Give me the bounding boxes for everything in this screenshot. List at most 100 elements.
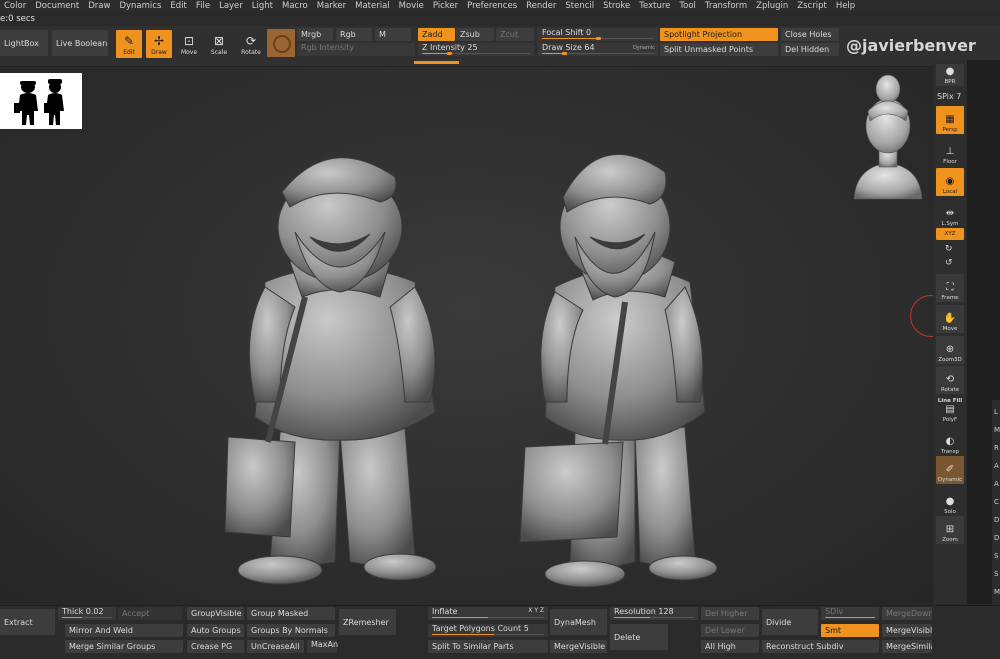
all-high-button[interactable]: All High [701, 640, 759, 653]
move-button[interactable]: ⊡ Move [176, 30, 202, 58]
edge-panel-item[interactable]: M [994, 588, 1000, 596]
floor-button[interactable]: ⊥ Floor [936, 138, 964, 166]
rotate-button[interactable]: ⟳ Rotate [238, 30, 264, 58]
merge-similar-groups-button[interactable]: Merge Similar Groups [65, 640, 183, 653]
menu-item-help[interactable]: Help [832, 1, 860, 11]
smt-button[interactable]: Smt [821, 624, 879, 637]
menu-item-material[interactable]: Material [351, 1, 395, 11]
merge-visible-subtool-button[interactable]: MergeVisible [882, 624, 932, 637]
m-button[interactable]: M [375, 28, 411, 41]
rgb-button[interactable]: Rgb [336, 28, 372, 41]
menu-item-texture[interactable]: Texture [635, 1, 675, 11]
split-unmasked-points-button[interactable]: Split Unmasked Points [660, 43, 778, 56]
z-intensity-slider[interactable]: Z Intensity 25 [418, 43, 534, 56]
menu-item-preferences[interactable]: Preferences [463, 1, 522, 11]
bpr-button[interactable]: ● BPR [936, 64, 964, 86]
crease-pg-button[interactable]: Crease PG [187, 640, 244, 653]
delete-button[interactable]: Delete [610, 624, 668, 650]
mirror-and-weld-button[interactable]: Mirror And Weld [65, 624, 183, 637]
3d-viewport[interactable] [0, 67, 933, 604]
dynamesh-button[interactable]: DynaMesh [550, 609, 607, 635]
frame-button[interactable]: ⛶ Frame [936, 274, 964, 302]
menu-item-dynamics[interactable]: Dynamics [115, 1, 166, 11]
xyz-toggle[interactable]: X Y Z [528, 607, 544, 614]
menu-item-document[interactable]: Document [31, 1, 84, 11]
xyz-button[interactable]: XYZ [936, 228, 964, 240]
zcut-button[interactable]: Zcut [496, 28, 534, 41]
focal-shift-slider[interactable]: Focal Shift 0 [538, 28, 658, 41]
local-button[interactable]: ◉ Local [936, 168, 964, 196]
split-similar-parts-button[interactable]: Split To Similar Parts [428, 640, 548, 653]
edge-panel-item[interactable]: A [994, 480, 999, 488]
lsym-button[interactable]: ⇹ L.Sym [936, 200, 964, 228]
menu-item-stencil[interactable]: Stencil [561, 1, 599, 11]
edge-panel-item[interactable]: D [994, 534, 999, 542]
group-masked-button[interactable]: Group Masked [247, 607, 335, 620]
zsub-button[interactable]: Zsub [456, 28, 494, 41]
reconstruct-subdiv-button[interactable]: Reconstruct Subdiv [762, 640, 879, 653]
groups-by-normals-button[interactable]: Groups By Normals [247, 624, 335, 637]
material-swatch[interactable] [267, 29, 295, 57]
menu-item-marker[interactable]: Marker [313, 1, 351, 11]
menu-item-movie[interactable]: Movie [395, 1, 429, 11]
edit-button[interactable]: ✎ Edit [116, 30, 142, 58]
resolution-slider[interactable]: Resolution 128 [610, 607, 698, 620]
rotate-axis-icon[interactable]: ↻ [945, 244, 953, 254]
rotate-axis-alt-icon[interactable]: ↺ [945, 258, 953, 268]
menu-item-zplugin[interactable]: Zplugin [752, 1, 793, 11]
spix-readout[interactable]: SPix 7 [937, 92, 961, 101]
zoom3d-button[interactable]: ⊕ Zoom3D [936, 336, 964, 364]
lightbox-button[interactable]: LightBox [0, 30, 48, 56]
zoom-button[interactable]: ⊞ Zoom [936, 516, 964, 544]
merge-down-button[interactable]: MergeDown [882, 607, 932, 620]
dynamic-toggle[interactable]: Dynamic [633, 45, 655, 51]
menu-item-stroke[interactable]: Stroke [599, 1, 635, 11]
transp-button[interactable]: ◐ Transp [936, 428, 964, 456]
del-hidden-button[interactable]: Del Hidden [781, 43, 839, 56]
menu-item-macro[interactable]: Macro [278, 1, 313, 11]
edge-panel-item[interactable]: C [994, 498, 999, 506]
persp-button[interactable]: ▦ Persp [936, 106, 964, 134]
sdiv-slider[interactable]: SDiv [821, 607, 879, 620]
menu-item-layer[interactable]: Layer [215, 1, 248, 11]
ghost-button[interactable]: ✐ Dynamic [936, 456, 964, 484]
edge-panel-item[interactable]: R [994, 444, 999, 452]
zadd-button[interactable]: Zadd [418, 28, 455, 41]
max-angle-slider[interactable]: MaxAn [307, 640, 338, 653]
menu-item-render[interactable]: Render [522, 1, 561, 11]
draw-button[interactable]: ✢ Draw [146, 30, 172, 58]
rgb-intensity-slider[interactable]: Rgb Intensity [297, 43, 415, 56]
scale-button[interactable]: ⊠ Scale [206, 30, 232, 58]
uncrease-all-button[interactable]: UnCreaseAll [247, 640, 304, 653]
accept-button[interactable]: Accept [118, 607, 182, 620]
target-polygons-slider[interactable]: Target Polygons Count 5 [428, 624, 548, 637]
menu-item-edit[interactable]: Edit [166, 1, 191, 11]
edge-panel-item[interactable]: L [994, 408, 998, 416]
merge-similar-button[interactable]: MergeSimilar [882, 640, 932, 653]
edge-panel-item[interactable]: A [994, 462, 999, 470]
solo-button[interactable]: ● Solo [936, 488, 964, 516]
auto-groups-button[interactable]: Auto Groups [187, 624, 244, 637]
menu-item-zscript[interactable]: Zscript [793, 1, 832, 11]
move-view-button[interactable]: ✋ Move [936, 305, 964, 333]
menu-item-transform[interactable]: Transform [701, 1, 752, 11]
rotate-view-button[interactable]: ⟲ Rotate [936, 366, 964, 394]
close-holes-button[interactable]: Close Holes [781, 28, 839, 41]
extract-button[interactable]: Extract [0, 609, 55, 635]
menu-item-picker[interactable]: Picker [429, 1, 463, 11]
thick-slider[interactable]: Thick 0.02 [58, 607, 116, 620]
del-lower-button[interactable]: Del Lower [701, 624, 759, 637]
draw-size-slider[interactable]: Draw Size 64 Dynamic [538, 43, 658, 56]
mrgb-button[interactable]: Mrgb [297, 28, 333, 41]
menu-item-draw[interactable]: Draw [84, 1, 115, 11]
spotlight-projection-button[interactable]: Spotlight Projection [660, 28, 778, 41]
zremesher-button[interactable]: ZRemesher [339, 609, 396, 635]
menu-item-file[interactable]: File [192, 1, 215, 11]
menu-item-tool[interactable]: Tool [675, 1, 701, 11]
menu-item-light[interactable]: Light [248, 1, 278, 11]
edge-panel-item[interactable]: S [994, 570, 998, 578]
divide-button[interactable]: Divide [762, 609, 818, 635]
edge-panel-item[interactable]: M [994, 426, 1000, 434]
polyframe-button[interactable]: Line Fill ▤ PolyF [936, 396, 964, 424]
edge-panel-item[interactable]: S [994, 552, 998, 560]
